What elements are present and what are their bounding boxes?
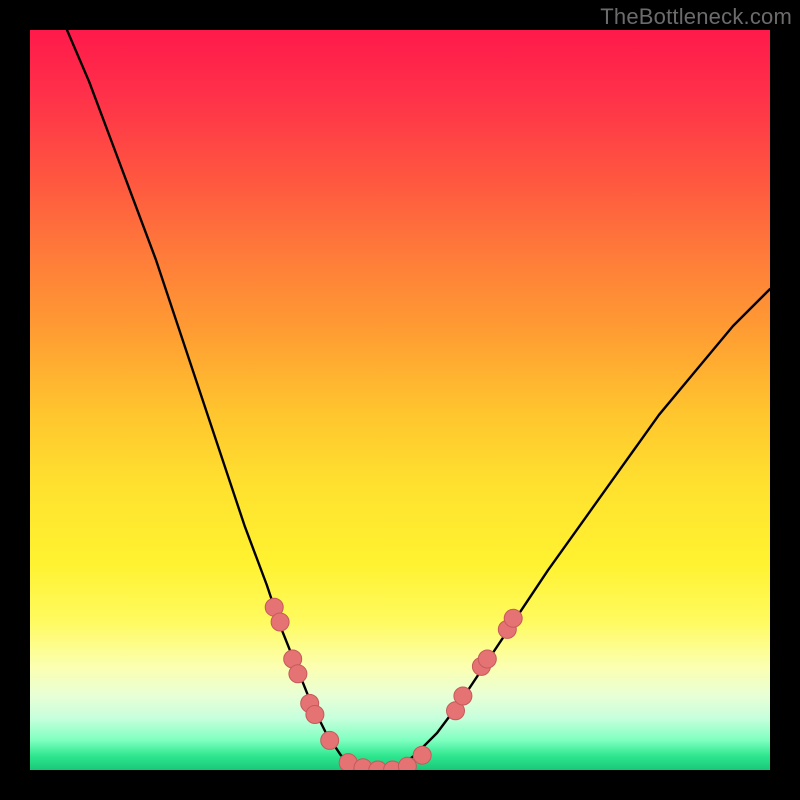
curve-marker bbox=[413, 746, 431, 764]
watermark-text: TheBottleneck.com bbox=[600, 4, 792, 30]
curve-marker bbox=[271, 613, 289, 631]
curve-marker bbox=[306, 706, 324, 724]
bottleneck-curve bbox=[67, 30, 770, 770]
curve-marker bbox=[504, 609, 522, 627]
curve-marker bbox=[321, 731, 339, 749]
plot-area bbox=[30, 30, 770, 770]
chart-frame: TheBottleneck.com bbox=[0, 0, 800, 800]
curve-layer bbox=[30, 30, 770, 770]
curve-marker bbox=[478, 650, 496, 668]
bottleneck-curve-path bbox=[67, 30, 770, 770]
curve-marker bbox=[454, 687, 472, 705]
curve-marker bbox=[289, 665, 307, 683]
